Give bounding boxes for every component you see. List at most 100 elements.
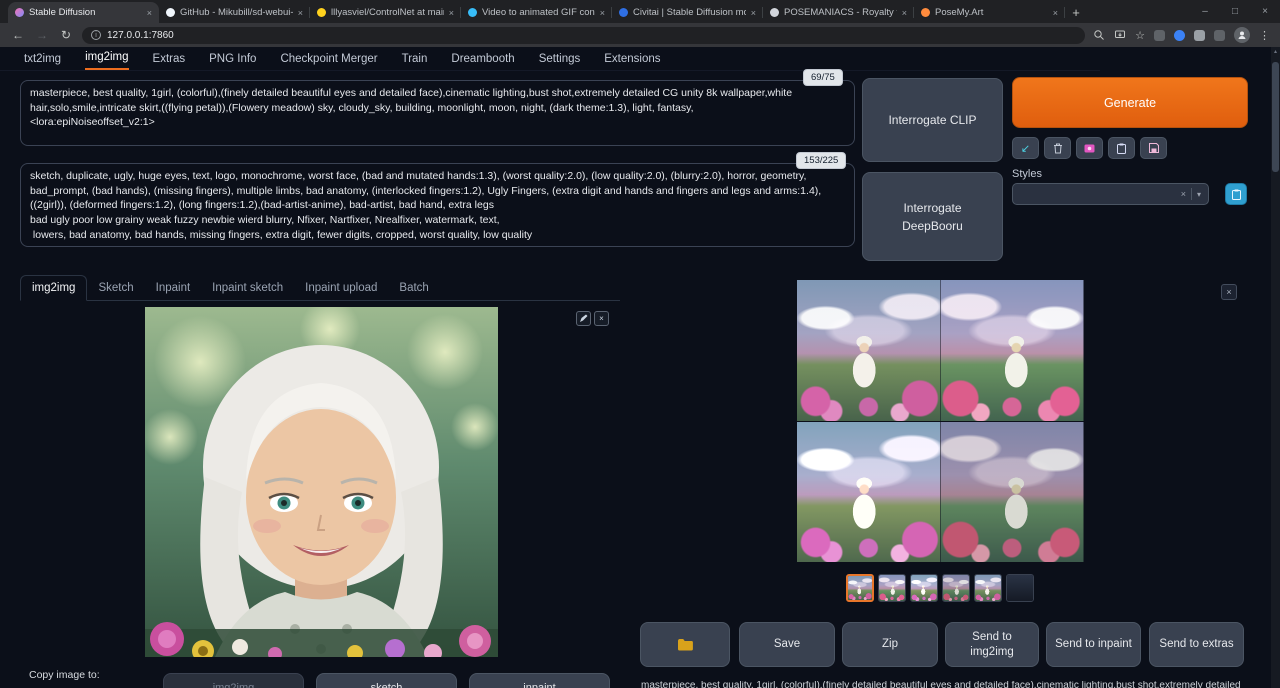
browser-menu-icon[interactable]: ⋮ <box>1259 29 1270 42</box>
result-image-3[interactable] <box>797 422 940 563</box>
thumbnail-2[interactable] <box>878 574 906 602</box>
browser-tab-github[interactable]: GitHub - Mikubill/sd-webui-con... × <box>159 2 310 23</box>
send-to-img2img-button[interactable]: Send to img2img <box>945 622 1039 667</box>
thumbnail-5[interactable] <box>974 574 1002 602</box>
chevron-down-icon[interactable]: ▾ <box>1197 190 1201 199</box>
styles-apply-button[interactable] <box>1225 183 1247 205</box>
result-image-1[interactable] <box>797 280 940 421</box>
interrogate-deepbooru-button[interactable]: Interrogate DeepBooru <box>862 172 1003 261</box>
subtab-batch[interactable]: Batch <box>388 276 439 300</box>
tab-extras[interactable]: Extras <box>153 53 186 70</box>
dropdown-divider <box>1191 188 1192 200</box>
tab-close-icon[interactable]: × <box>449 8 454 18</box>
negative-prompt-input[interactable]: sketch, duplicate, ugly, huge eyes, text… <box>20 163 855 247</box>
tab-close-icon[interactable]: × <box>298 8 303 18</box>
address-bar[interactable]: i 127.0.0.1:7860 <box>82 27 1085 44</box>
reload-icon[interactable]: ↻ <box>58 28 74 42</box>
tab-close-icon[interactable]: × <box>902 8 907 18</box>
copy-to-inpaint-button[interactable]: inpaint <box>469 673 610 688</box>
tab-extensions[interactable]: Extensions <box>604 53 660 70</box>
gallery-close-icon[interactable]: × <box>1221 284 1237 300</box>
app-nav-tabs: txt2img img2img Extras PNG Info Checkpoi… <box>0 47 1100 71</box>
send-to-extras-button[interactable]: Send to extras <box>1149 622 1244 667</box>
tab-dreambooth[interactable]: Dreambooth <box>451 53 514 70</box>
bookmark-star-icon[interactable]: ☆ <box>1135 29 1145 42</box>
tab-close-icon[interactable]: × <box>751 8 756 18</box>
extension-blue-icon[interactable] <box>1174 30 1185 41</box>
gif-converter-favicon <box>468 8 477 17</box>
browser-tab-gif-converter[interactable]: Video to animated GIF converter × <box>461 2 612 23</box>
forward-icon[interactable]: → <box>34 28 50 42</box>
open-folder-button[interactable] <box>640 622 730 667</box>
thumbnail-4[interactable] <box>942 574 970 602</box>
clear-styles-icon[interactable]: × <box>1181 189 1186 199</box>
paste-params-button[interactable]: ↙ <box>1012 137 1039 159</box>
img2img-image-dropzone[interactable]: × <box>20 300 620 662</box>
thumbnail-3[interactable] <box>910 574 938 602</box>
extra-networks-button[interactable] <box>1076 137 1103 159</box>
subtab-sketch[interactable]: Sketch <box>87 276 144 300</box>
browser-tab-posemyart[interactable]: PoseMy.Art × <box>914 2 1065 23</box>
browser-tab-label: GitHub - Mikubill/sd-webui-con... <box>180 7 293 18</box>
copy-to-img2img-button[interactable]: img2img <box>163 673 304 688</box>
scroll-up-icon[interactable]: ▴ <box>1271 48 1280 55</box>
interrogate-clip-button[interactable]: Interrogate CLIP <box>862 78 1003 162</box>
window-maximize-icon[interactable]: □ <box>1220 0 1250 23</box>
browser-tab-stable-diffusion[interactable]: Stable Diffusion × <box>8 2 159 23</box>
tab-train[interactable]: Train <box>402 53 428 70</box>
pencil-icon <box>579 314 588 323</box>
install-app-icon[interactable] <box>1114 29 1126 41</box>
github-favicon <box>166 8 175 17</box>
subtab-inpaint[interactable]: Inpaint <box>145 276 202 300</box>
window-minimize-icon[interactable]: – <box>1190 0 1220 23</box>
subtab-inpaint-upload[interactable]: Inpaint upload <box>294 276 388 300</box>
styles-dropdown[interactable]: × ▾ <box>1012 183 1209 205</box>
result-image-2[interactable] <box>941 280 1084 421</box>
tab-settings[interactable]: Settings <box>539 53 581 70</box>
prompt-input[interactable]: masterpiece, best quality, 1girl, (color… <box>20 80 855 146</box>
thumbnail-image <box>848 576 872 600</box>
result-image-4[interactable] <box>941 422 1084 563</box>
edit-image-icon[interactable] <box>576 311 591 326</box>
scrollbar-thumb[interactable] <box>1272 62 1279 172</box>
tab-close-icon[interactable]: × <box>1053 8 1058 18</box>
remove-image-icon[interactable]: × <box>594 311 609 326</box>
apply-style-button[interactable] <box>1108 137 1135 159</box>
generate-button[interactable]: Generate <box>1012 77 1248 128</box>
save-button[interactable]: Save <box>739 622 835 667</box>
person-icon <box>1237 30 1247 40</box>
profile-avatar[interactable] <box>1234 27 1250 43</box>
subtab-img2img[interactable]: img2img <box>20 275 87 301</box>
tab-close-icon[interactable]: × <box>147 8 152 18</box>
copy-to-sketch-button[interactable]: sketch <box>316 673 457 688</box>
thumbnail-6[interactable] <box>1006 574 1034 602</box>
site-info-icon[interactable]: i <box>91 30 101 40</box>
tab-close-icon[interactable]: × <box>600 8 605 18</box>
clear-prompt-button[interactable] <box>1044 137 1071 159</box>
extension-icon[interactable] <box>1194 30 1205 41</box>
tab-checkpoint-merger[interactable]: Checkpoint Merger <box>280 53 377 70</box>
tab-txt2img[interactable]: txt2img <box>24 53 61 70</box>
browser-tab-controlnet[interactable]: lllyasviel/ControlNet at main × <box>310 2 461 23</box>
save-style-button[interactable] <box>1140 137 1167 159</box>
browser-tab-label: Civitai | Stable Diffusion model... <box>633 7 746 18</box>
new-tab-button[interactable]: + <box>1065 2 1087 23</box>
zoom-icon[interactable] <box>1093 29 1105 41</box>
browser-tab-posemaniacs[interactable]: POSEMANIACS - Royalty free 3... × <box>763 2 914 23</box>
source-image-portrait[interactable] <box>145 307 498 657</box>
extension-icon[interactable] <box>1154 30 1165 41</box>
generation-info-text: masterpiece, best quality, 1girl, (color… <box>641 681 1253 688</box>
browser-tab-label: PoseMy.Art <box>935 7 1048 18</box>
back-icon[interactable]: ← <box>10 28 26 42</box>
tab-img2img[interactable]: img2img <box>85 51 128 70</box>
extension-icon[interactable] <box>1214 30 1225 41</box>
subtab-inpaint-sketch[interactable]: Inpaint sketch <box>201 276 294 300</box>
browser-tab-civitai[interactable]: Civitai | Stable Diffusion model... × <box>612 2 763 23</box>
window-close-icon[interactable]: × <box>1250 0 1280 23</box>
tab-png-info[interactable]: PNG Info <box>209 53 256 70</box>
arrow-down-left-icon: ↙ <box>1021 142 1030 155</box>
send-to-inpaint-button[interactable]: Send to inpaint <box>1046 622 1141 667</box>
trash-icon <box>1053 143 1063 154</box>
zip-button[interactable]: Zip <box>842 622 938 667</box>
thumbnail-1[interactable] <box>846 574 874 602</box>
